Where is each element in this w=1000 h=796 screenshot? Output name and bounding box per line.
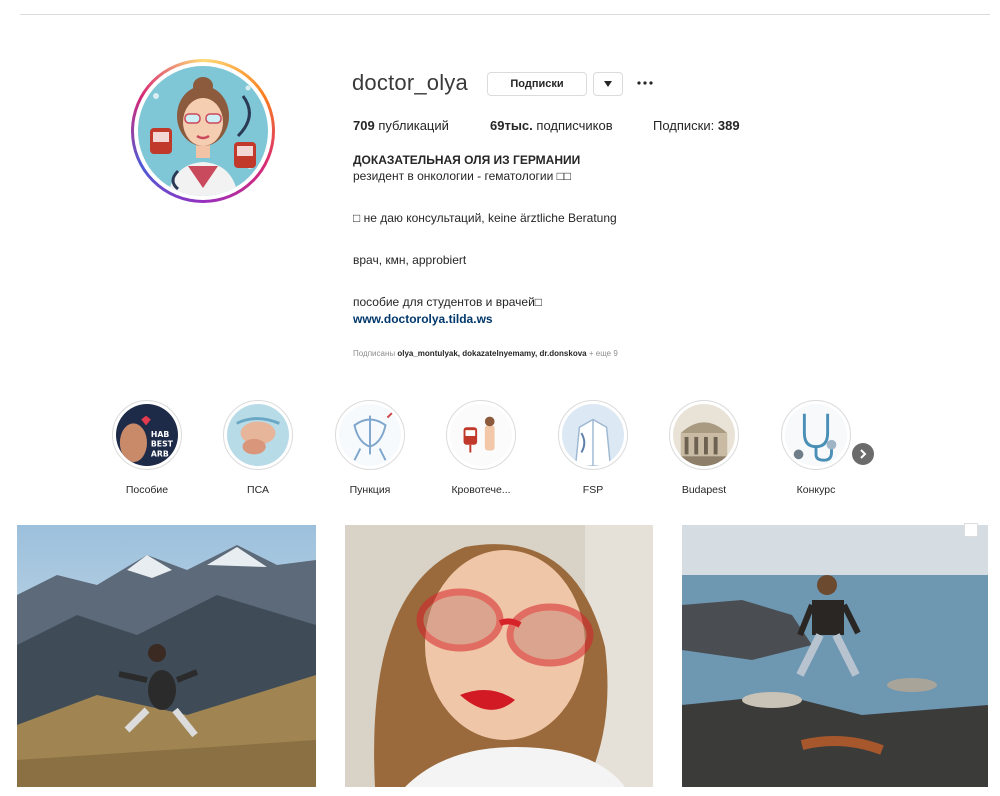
subscribed-button[interactable]: Подписки xyxy=(487,72,587,96)
highlight-item[interactable]: Конкурс xyxy=(776,400,856,496)
highlight-item[interactable]: FSP xyxy=(553,400,633,496)
highlight-label: Пособие xyxy=(125,484,169,496)
bio-full-name: ДОКАЗАТЕЛЬНАЯ ОЛЯ ИЗ ГЕРМАНИИ xyxy=(353,153,581,167)
svg-text:ARB: ARB xyxy=(151,449,169,458)
followers-count-label: подписчиков xyxy=(536,118,613,133)
bio-line: резидент в онкологии - гематологии □□ xyxy=(353,169,572,183)
chevron-right-icon xyxy=(860,449,867,459)
followed-by-users: olya_montulyak, dokazatelnyemamy, dr.don… xyxy=(397,349,587,358)
highlight-cover: HAB BEST ARB xyxy=(112,400,182,470)
suggested-dropdown-button[interactable] xyxy=(593,72,623,96)
building-icon xyxy=(673,404,735,466)
avatar-image xyxy=(134,62,272,200)
svg-text:BEST: BEST xyxy=(151,440,174,449)
post-image-mountains xyxy=(17,525,316,787)
post-image-seashore xyxy=(682,525,988,787)
multi-photo-icon xyxy=(964,523,978,537)
post-image-portrait xyxy=(345,525,653,787)
posts-count-label: публикаций xyxy=(378,118,449,133)
avatar-illustration xyxy=(138,66,268,196)
ellipsis-icon xyxy=(637,81,653,85)
bio-line: □ не даю консультаций, keine ärztliche B… xyxy=(353,211,617,225)
highlight-cover xyxy=(335,400,405,470)
post-thumbnail[interactable] xyxy=(345,525,653,787)
highlight-cover xyxy=(669,400,739,470)
bio-line: пособие для студентов и врачей□ xyxy=(353,295,543,309)
svg-text:HAB: HAB xyxy=(151,430,169,439)
followed-by-suffix: + еще 9 xyxy=(588,349,618,358)
following-count[interactable]: Подписки: 389 xyxy=(653,118,740,133)
followed-by[interactable]: Подписаны olya_montulyak, dokazatelnyema… xyxy=(353,349,618,358)
stethoscope-icon xyxy=(785,404,847,466)
story-highlights: HAB BEST ARB Пособие ПСА Пункция Кровоте… xyxy=(0,400,1000,510)
highlight-cover xyxy=(558,400,628,470)
book-cover-icon: HAB BEST ARB xyxy=(116,404,178,466)
highlight-label: ПСА xyxy=(247,484,269,496)
highlight-item[interactable]: Кровотече... xyxy=(441,400,521,496)
posts-count: 709 публикаций xyxy=(353,118,449,133)
highlight-label: FSP xyxy=(582,484,604,496)
highlight-item[interactable]: Budapest xyxy=(664,400,744,496)
caret-down-icon xyxy=(604,81,612,87)
followers-count[interactable]: 69тыс. подписчиков xyxy=(490,118,613,133)
followers-count-value: 69тыс. xyxy=(490,118,533,133)
pelvis-icon xyxy=(339,404,401,466)
highlights-next-button[interactable] xyxy=(852,443,874,465)
following-count-value: 389 xyxy=(717,118,740,133)
highlight-item[interactable]: HAB BEST ARB Пособие xyxy=(107,400,187,496)
post-thumbnail[interactable] xyxy=(682,525,988,787)
highlight-label: Кровотече... xyxy=(451,484,511,496)
highlight-cover xyxy=(446,400,516,470)
following-count-label: Подписки: xyxy=(653,118,715,133)
profile-username: doctor_olya xyxy=(352,70,468,95)
highlight-label: Пункция xyxy=(349,484,391,496)
highlight-item[interactable]: ПСА xyxy=(218,400,298,496)
highlight-label: Конкурс xyxy=(796,484,836,496)
highlight-item[interactable]: Пункция xyxy=(330,400,410,496)
highlight-cover xyxy=(781,400,851,470)
profile-bio: ДОКАЗАТЕЛЬНАЯ ОЛЯ ИЗ ГЕРМАНИИ резидент в… xyxy=(353,152,793,327)
profile-avatar[interactable] xyxy=(131,59,275,203)
followed-by-prefix: Подписаны xyxy=(353,349,396,358)
bio-line: врач, кмн, approbiert xyxy=(353,253,467,267)
doctor-coat-icon xyxy=(562,404,624,466)
options-button[interactable] xyxy=(633,74,657,92)
anatomy-icon xyxy=(227,404,289,466)
highlight-label: Budapest xyxy=(681,484,727,496)
post-thumbnail[interactable] xyxy=(17,525,316,787)
bio-website-link[interactable]: www.doctorolya.tilda.ws xyxy=(353,311,793,327)
highlight-cover xyxy=(223,400,293,470)
header-divider xyxy=(20,14,990,15)
posts-count-value: 709 xyxy=(353,118,375,133)
blood-bag-icon xyxy=(450,404,512,466)
